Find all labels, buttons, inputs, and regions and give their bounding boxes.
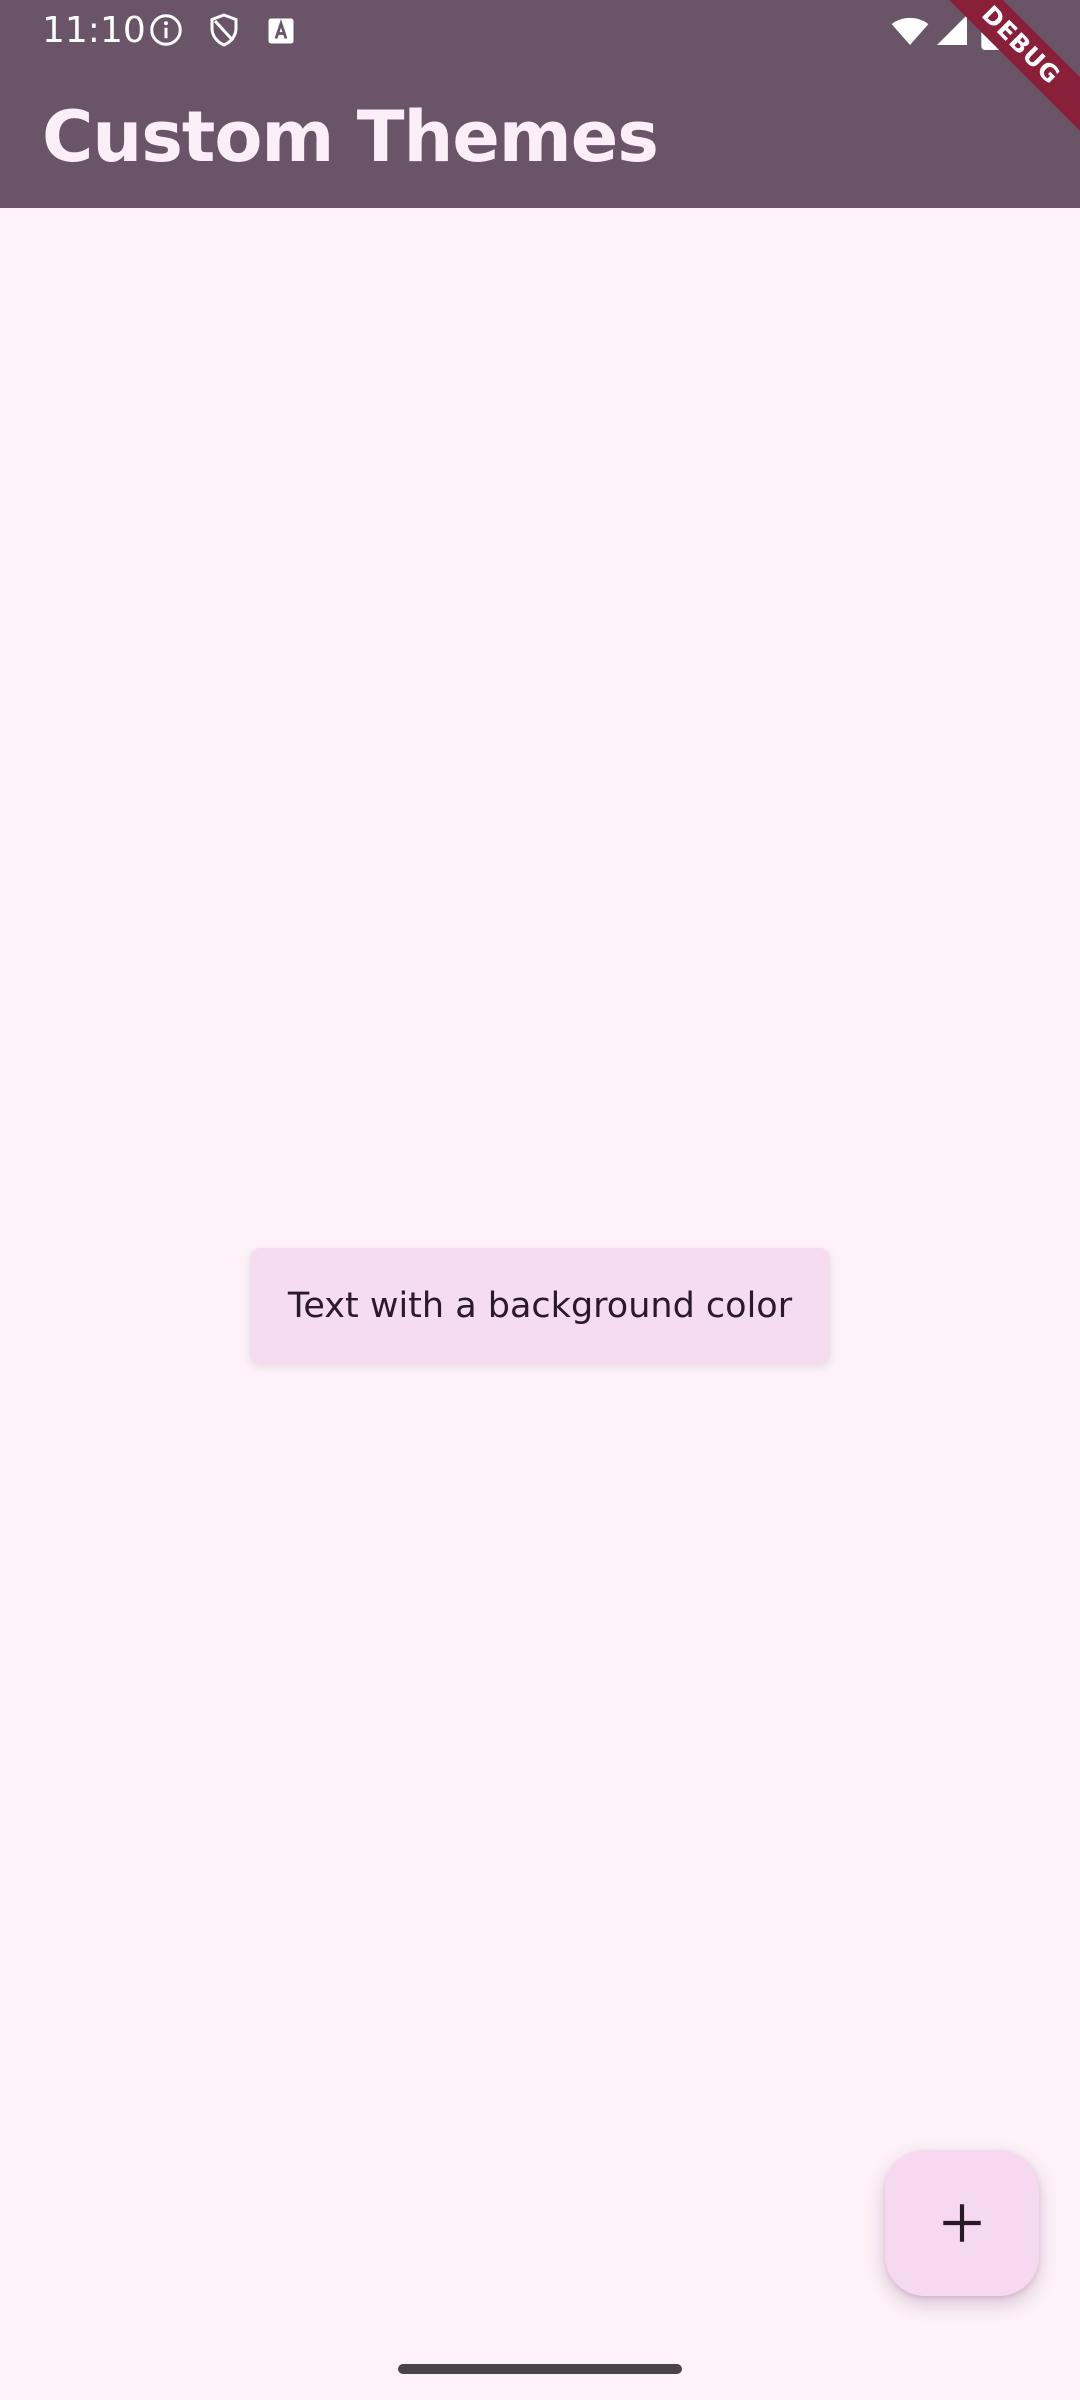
signal-icon <box>934 12 970 48</box>
add-button[interactable] <box>885 2150 1039 2296</box>
app-bar: 11:10 Custom Themes <box>0 0 1080 208</box>
background-text-chip: Text with a background color <box>250 1248 830 1364</box>
a-badge-icon <box>266 16 296 46</box>
chip-label: Text with a background color <box>287 1286 793 1326</box>
screen: 11:10 Custom Themes DEBUG Text with a ba… <box>0 0 1080 2400</box>
wifi-icon <box>890 10 930 50</box>
home-gesture-bar[interactable] <box>398 2364 682 2374</box>
page-title: Custom Themes <box>42 96 659 178</box>
shield-icon <box>206 12 242 48</box>
info-icon <box>148 12 184 48</box>
status-bar: 11:10 <box>0 0 1080 62</box>
status-time: 11:10 <box>42 10 146 51</box>
plus-icon <box>937 2198 987 2248</box>
